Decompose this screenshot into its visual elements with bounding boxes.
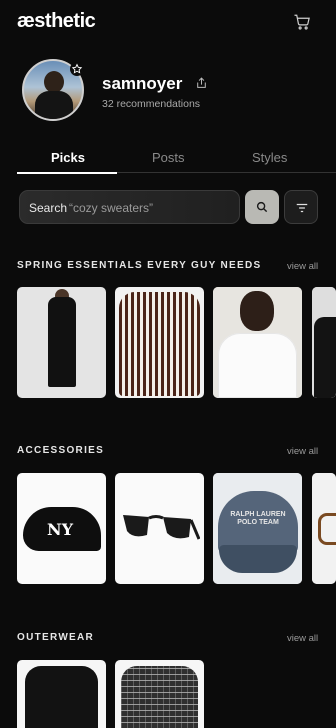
filter-icon bbox=[296, 203, 308, 213]
product-image bbox=[312, 287, 336, 398]
tab-styles[interactable]: Styles bbox=[252, 150, 287, 165]
tab-posts[interactable]: Posts bbox=[152, 150, 185, 165]
tab-divider bbox=[117, 172, 336, 173]
model-head bbox=[240, 291, 274, 331]
tab-picks[interactable]: Picks bbox=[51, 150, 85, 165]
recommendation-count: 32 recommendations bbox=[102, 98, 201, 110]
section-title-spring: SPRING ESSENTIALS EVERY GUY NEEDS bbox=[17, 260, 262, 271]
white-tee-image bbox=[213, 287, 302, 398]
search-placeholder: “cozy sweaters” bbox=[69, 201, 154, 215]
flannel-jacket-image bbox=[121, 666, 198, 728]
share-icon[interactable] bbox=[195, 76, 208, 90]
white-tee bbox=[218, 333, 297, 398]
cap-logo: NY bbox=[47, 520, 74, 539]
product-card[interactable] bbox=[17, 287, 106, 398]
product-card[interactable] bbox=[312, 473, 336, 584]
sunglasses-image bbox=[123, 515, 200, 540]
cap-brim bbox=[219, 545, 297, 573]
filter-button[interactable] bbox=[284, 190, 318, 224]
section-title-accessories: ACCESSORIES bbox=[17, 445, 105, 456]
striped-shirt-image bbox=[119, 292, 200, 396]
profile-header: samnoyer 32 recommendations bbox=[0, 56, 336, 128]
product-card[interactable] bbox=[17, 660, 106, 728]
search-icon bbox=[256, 201, 268, 213]
black-shirt-outfit-image bbox=[48, 297, 76, 387]
product-image bbox=[312, 473, 336, 584]
app-logo[interactable]: æsthetic bbox=[17, 10, 96, 33]
product-card[interactable] bbox=[213, 287, 302, 398]
view-all-outerwear-link[interactable]: view all bbox=[287, 633, 318, 644]
product-card[interactable]: RALPH LAUREN POLO TEAM bbox=[213, 473, 302, 584]
top-bar: æsthetic bbox=[0, 0, 336, 44]
cap-embroidery: RALPH LAUREN POLO TEAM bbox=[230, 511, 286, 526]
star-icon[interactable] bbox=[70, 62, 84, 76]
cart-icon[interactable] bbox=[293, 13, 311, 31]
view-all-spring-link[interactable]: view all bbox=[287, 261, 318, 272]
blue-cap-image: RALPH LAUREN POLO TEAM bbox=[213, 473, 302, 584]
search-input[interactable]: Search “cozy sweaters” bbox=[19, 190, 240, 224]
section-title-outerwear: OUTERWEAR bbox=[17, 632, 95, 643]
avatar-body bbox=[35, 91, 73, 119]
view-all-accessories-link[interactable]: view all bbox=[287, 446, 318, 457]
active-tab-indicator bbox=[17, 172, 117, 174]
search-button[interactable] bbox=[245, 190, 279, 224]
product-card[interactable] bbox=[115, 473, 204, 584]
product-card[interactable] bbox=[115, 660, 204, 728]
profile-tabs: Picks Posts Styles bbox=[0, 146, 336, 176]
product-card[interactable] bbox=[115, 287, 204, 398]
product-card[interactable] bbox=[312, 287, 336, 398]
username: samnoyer bbox=[102, 74, 183, 93]
search-label: Search bbox=[29, 201, 68, 215]
black-jacket-image bbox=[25, 666, 98, 728]
avatar-head bbox=[44, 71, 64, 93]
product-card[interactable]: NY bbox=[17, 473, 106, 584]
